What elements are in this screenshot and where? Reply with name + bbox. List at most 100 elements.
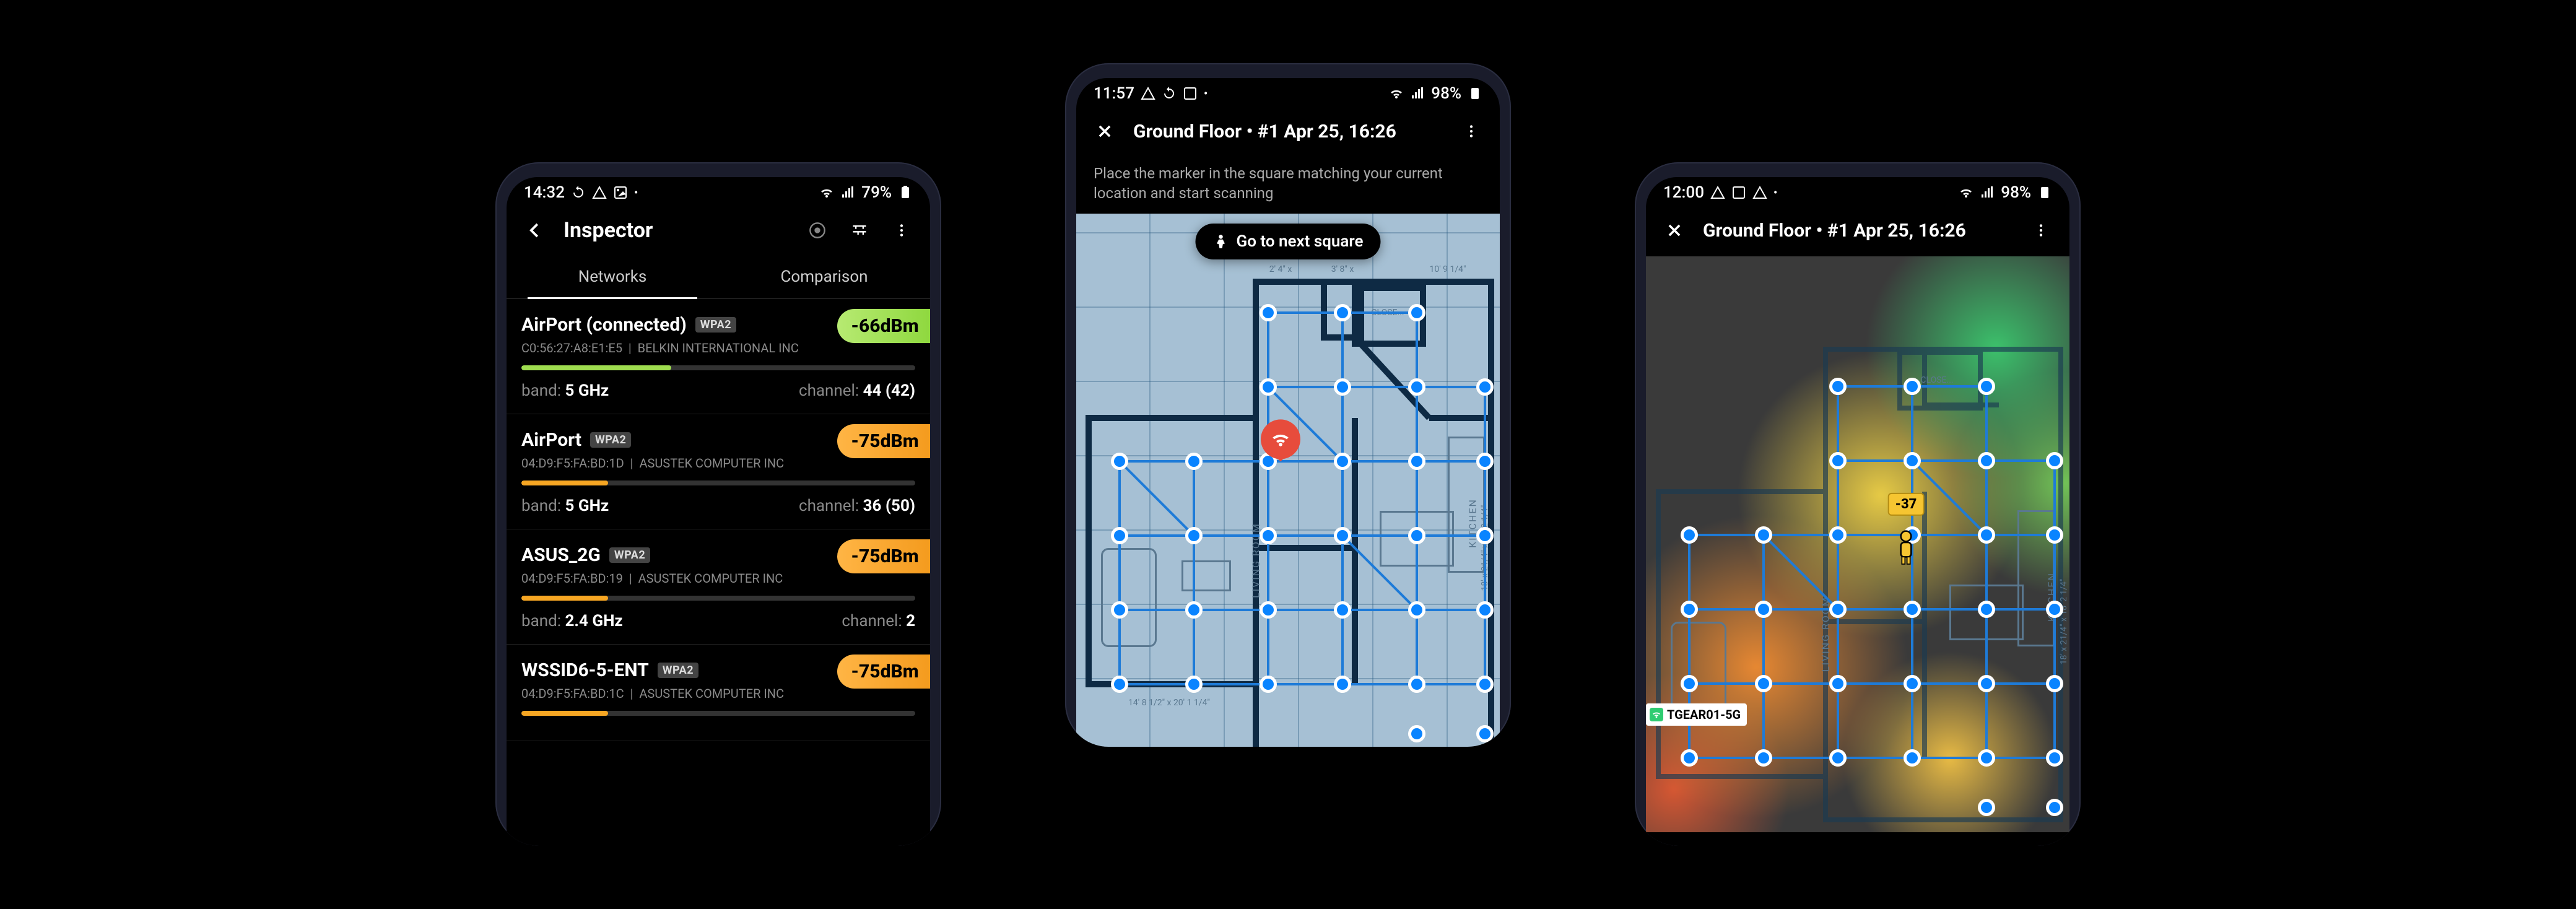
survey-node[interactable]: [1408, 304, 1425, 321]
survey-node[interactable]: [1334, 601, 1351, 619]
survey-node[interactable]: [1755, 601, 1772, 618]
survey-node[interactable]: [1904, 749, 1921, 767]
tab-comparison[interactable]: Comparison: [718, 256, 930, 298]
survey-node[interactable]: [1408, 601, 1425, 619]
user-avatar-icon[interactable]: [1894, 530, 1918, 565]
survey-node[interactable]: [1904, 452, 1921, 469]
survey-node[interactable]: [1755, 749, 1772, 767]
survey-node[interactable]: [1408, 527, 1425, 544]
survey-node[interactable]: [2046, 675, 2063, 692]
survey-node[interactable]: [1476, 601, 1494, 619]
network-ssid: AirPort: [521, 429, 581, 451]
signal-icon: [1980, 185, 1995, 200]
survey-node[interactable]: [1681, 601, 1698, 618]
survey-node[interactable]: [1978, 601, 1995, 618]
survey-node[interactable]: [1681, 675, 1698, 692]
survey-node[interactable]: [1476, 378, 1494, 396]
survey-node[interactable]: [1408, 453, 1425, 470]
survey-node[interactable]: [1829, 378, 1847, 395]
survey-node[interactable]: [1408, 378, 1425, 396]
survey-node[interactable]: [1260, 304, 1277, 321]
battery-icon: [2037, 185, 2052, 200]
survey-node[interactable]: [1408, 676, 1425, 693]
ap-marker[interactable]: [1261, 419, 1300, 459]
close-button[interactable]: [1661, 217, 1688, 244]
survey-node[interactable]: [1681, 526, 1698, 544]
overflow-button[interactable]: [1458, 118, 1485, 145]
survey-node[interactable]: [1185, 527, 1203, 544]
survey-node[interactable]: [1260, 676, 1277, 693]
survey-node[interactable]: [1334, 527, 1351, 544]
survey-node[interactable]: [1829, 749, 1847, 767]
network-list: AirPort (connected) WPA2 -66dBm C0:56:27…: [507, 299, 930, 741]
band-value: 2.4 GHz: [565, 612, 623, 630]
survey-node[interactable]: [1829, 526, 1847, 544]
next-square-button[interactable]: Go to next square: [1196, 224, 1381, 259]
survey-node[interactable]: [1904, 601, 1921, 618]
survey-node[interactable]: [1185, 601, 1203, 619]
floor-plan[interactable]: LIVING ROOM KITCHEN 18' x 21/4" x 18' 2 …: [1076, 214, 1500, 747]
network-card[interactable]: AirPort WPA2 -75dBm 04:D9:F5:FA:BD:1D | …: [507, 414, 930, 529]
status-dot: •: [1773, 186, 1777, 199]
overflow-button[interactable]: [888, 217, 915, 244]
survey-node[interactable]: [1978, 799, 1995, 816]
survey-node[interactable]: [1408, 725, 1425, 742]
survey-node[interactable]: [1978, 675, 1995, 692]
survey-node[interactable]: [2046, 601, 2063, 618]
survey-node[interactable]: [1185, 453, 1203, 470]
survey-node[interactable]: [1476, 676, 1494, 693]
survey-node[interactable]: [2046, 799, 2063, 816]
close-button[interactable]: [1091, 118, 1118, 145]
filter-button[interactable]: [846, 217, 873, 244]
sofa-icon: [1101, 548, 1157, 647]
survey-node[interactable]: [1904, 378, 1921, 395]
network-card[interactable]: WSSID6-5-ENT WPA2 -75dBm 04:D9:F5:FA:BD:…: [507, 645, 930, 741]
network-card[interactable]: ASUS_2G WPA2 -75dBm 04:D9:F5:FA:BD:19 | …: [507, 529, 930, 645]
survey-node[interactable]: [1829, 452, 1847, 469]
wifi-icon: [1389, 86, 1404, 101]
survey-node[interactable]: [1111, 676, 1128, 693]
survey-node[interactable]: [1476, 527, 1494, 544]
survey-node[interactable]: [1904, 675, 1921, 692]
back-button[interactable]: [521, 217, 549, 244]
survey-node[interactable]: [1111, 527, 1128, 544]
survey-node[interactable]: [1260, 527, 1277, 544]
survey-node[interactable]: [1755, 526, 1772, 544]
tab-networks[interactable]: Networks: [507, 256, 718, 298]
survey-node[interactable]: [1260, 601, 1277, 619]
survey-node[interactable]: [2046, 749, 2063, 767]
survey-node[interactable]: [1334, 453, 1351, 470]
survey-node[interactable]: [1681, 749, 1698, 767]
survey-node[interactable]: [1978, 749, 1995, 767]
signal-pill: -66dBm: [837, 309, 930, 343]
survey-node[interactable]: [1260, 378, 1277, 396]
survey-node[interactable]: [1829, 675, 1847, 692]
heatmap[interactable]: LIVING ROOM KITCHEN 18' x 21/4" x 18' 2 …: [1646, 256, 2069, 832]
survey-node[interactable]: [1476, 725, 1494, 742]
channel-label: channel:: [799, 381, 863, 400]
survey-node[interactable]: [2046, 452, 2063, 469]
survey-node[interactable]: [1978, 452, 1995, 469]
survey-node[interactable]: [1978, 526, 1995, 544]
survey-node[interactable]: [1185, 676, 1203, 693]
survey-node[interactable]: [1334, 304, 1351, 321]
survey-node[interactable]: [1334, 378, 1351, 396]
channel-value: 36 (50): [863, 497, 915, 515]
survey-node[interactable]: [1829, 601, 1847, 618]
signal-pill: -75dBm: [837, 424, 930, 458]
app-bar: Ground Floor • #1 Apr 25, 16:26: [1646, 204, 2069, 256]
security-badge: WPA2: [695, 317, 736, 333]
overflow-button[interactable]: [2027, 217, 2055, 244]
survey-node[interactable]: [1755, 675, 1772, 692]
ssid-chip[interactable]: TGEAR01-5G: [1646, 703, 1747, 726]
survey-node[interactable]: [1111, 453, 1128, 470]
survey-node[interactable]: [2046, 526, 2063, 544]
survey-node[interactable]: [1111, 601, 1128, 619]
network-card[interactable]: AirPort (connected) WPA2 -66dBm C0:56:27…: [507, 299, 930, 414]
survey-node[interactable]: [1334, 676, 1351, 693]
dim-bottom: 14' 8 1/2" x 20' 1 1/4": [1128, 698, 1210, 708]
survey-node[interactable]: [1476, 453, 1494, 470]
record-button[interactable]: [804, 217, 831, 244]
survey-node[interactable]: [1978, 378, 1995, 395]
phone-inspector: 14:32 • 79% Inspector: [495, 162, 941, 846]
